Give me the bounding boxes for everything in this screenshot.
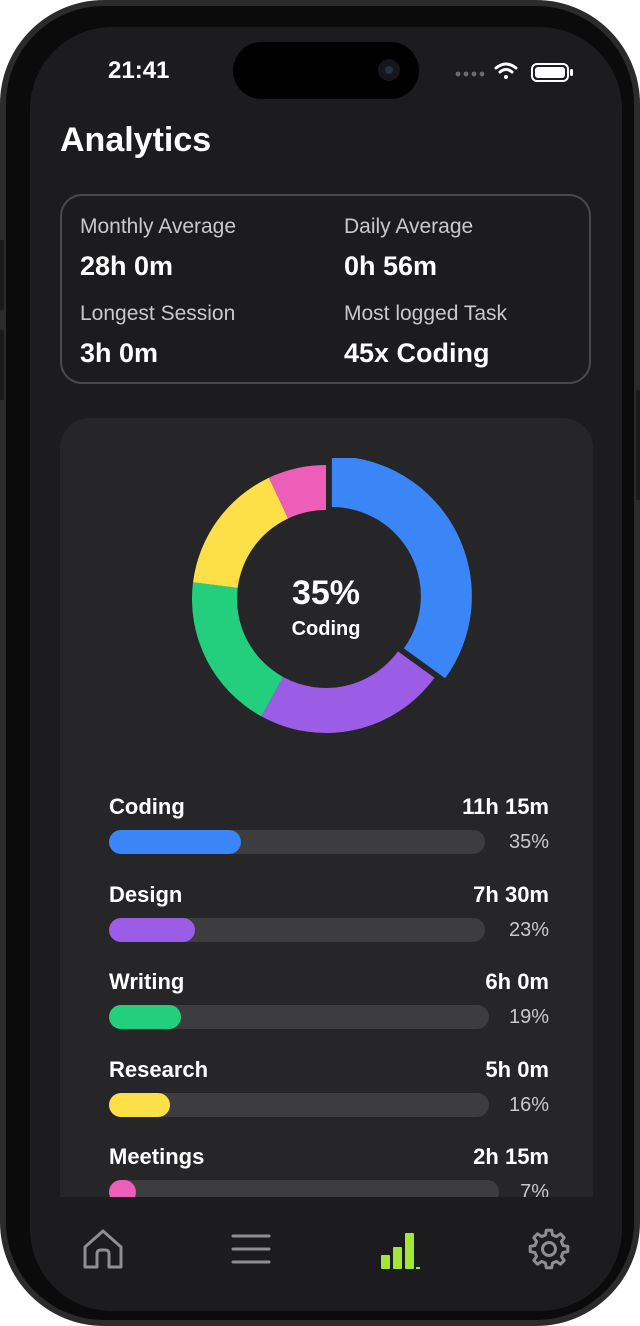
donut-slice-research bbox=[193, 477, 289, 588]
task-list: Coding 11h 15m 35% Design 7h 30m 23% Wri… bbox=[109, 790, 549, 1218]
progress-track bbox=[109, 830, 485, 854]
progress-track bbox=[109, 1092, 489, 1117]
progress-fill bbox=[109, 1092, 170, 1117]
list-icon[interactable] bbox=[229, 1227, 273, 1271]
volume-up-button bbox=[0, 240, 4, 310]
screen: 21:41 Analytics Monthly Average 28h 0m D… bbox=[30, 27, 622, 1311]
stat-value: 45x Coding bbox=[344, 338, 490, 368]
donut-slice-writing bbox=[192, 582, 284, 717]
stat-value: 3h 0m bbox=[80, 338, 159, 368]
progress-fill bbox=[109, 917, 196, 942]
bar-chart-icon[interactable] bbox=[378, 1227, 422, 1271]
task-name: Research bbox=[109, 1056, 209, 1082]
task-percent: 35% bbox=[508, 831, 549, 853]
camera-icon bbox=[378, 59, 400, 81]
task-name: Coding bbox=[109, 794, 185, 819]
summary-card: Monthly Average 28h 0m Daily Average 0h … bbox=[60, 194, 591, 384]
dynamic-island bbox=[233, 42, 419, 99]
stat-most-logged-task: Most logged Task 45x Coding bbox=[344, 302, 507, 369]
task-percent: 19% bbox=[508, 1006, 549, 1028]
task-time: 6h 0m bbox=[485, 969, 549, 994]
task-time: 11h 15m bbox=[462, 794, 549, 819]
tab-bar bbox=[30, 1197, 622, 1311]
stat-value: 0h 56m bbox=[344, 251, 438, 281]
page-title: Analytics bbox=[60, 121, 212, 159]
progress-track bbox=[109, 1005, 489, 1029]
task-name: Design bbox=[109, 881, 183, 907]
stat-monthly-average: Monthly Average 28h 0m bbox=[80, 215, 236, 282]
task-percent: 23% bbox=[508, 918, 549, 941]
donut-center-label: Coding bbox=[292, 618, 361, 640]
task-time: 2h 15m bbox=[473, 1144, 549, 1169]
task-name: Meetings bbox=[109, 1144, 205, 1169]
stat-label: Longest Session bbox=[80, 302, 236, 325]
progress-track bbox=[109, 917, 485, 942]
stat-label: Monthly Average bbox=[80, 215, 237, 238]
home-icon[interactable] bbox=[81, 1227, 125, 1271]
device-bezel: 21:41 Analytics Monthly Average 28h 0m D… bbox=[6, 6, 634, 1320]
device-frame: 21:41 Analytics Monthly Average 28h 0m D… bbox=[0, 0, 640, 1326]
donut-slice-design bbox=[261, 651, 435, 733]
task-row-research: Research 5h 0m 16% bbox=[109, 1053, 549, 1141]
progress-fill bbox=[109, 830, 241, 854]
donut-chart: 35% Coding bbox=[192, 458, 472, 733]
task-percent: 16% bbox=[508, 1093, 549, 1116]
task-row-writing: Writing 6h 0m 19% bbox=[109, 965, 549, 1053]
status-time: 21:41 bbox=[108, 57, 170, 84]
signal-icon bbox=[455, 71, 485, 77]
breakdown-card: 35% Coding Coding 11h 15m 35% Design 7h … bbox=[60, 418, 593, 1218]
task-name: Writing bbox=[109, 969, 185, 994]
donut-center-value: 35% bbox=[292, 574, 360, 612]
stat-label: Most logged Task bbox=[344, 302, 508, 325]
stat-label: Daily Average bbox=[344, 215, 474, 238]
stat-daily-average: Daily Average 0h 56m bbox=[344, 215, 473, 282]
task-time: 5h 0m bbox=[485, 1056, 549, 1082]
status-icons bbox=[455, 62, 573, 82]
volume-down-button bbox=[0, 330, 4, 400]
donut-slice-coding bbox=[331, 458, 472, 679]
task-row-coding: Coding 11h 15m 35% bbox=[109, 790, 549, 878]
stat-longest-session: Longest Session 3h 0m bbox=[80, 302, 235, 369]
wifi-icon bbox=[494, 62, 518, 79]
stat-value: 28h 0m bbox=[80, 251, 174, 281]
gear-icon[interactable] bbox=[527, 1227, 571, 1271]
task-time: 7h 30m bbox=[473, 881, 549, 907]
progress-fill bbox=[109, 1005, 182, 1029]
battery-icon bbox=[531, 63, 573, 82]
task-row-design: Design 7h 30m 23% bbox=[109, 878, 549, 966]
power-button bbox=[636, 390, 640, 500]
